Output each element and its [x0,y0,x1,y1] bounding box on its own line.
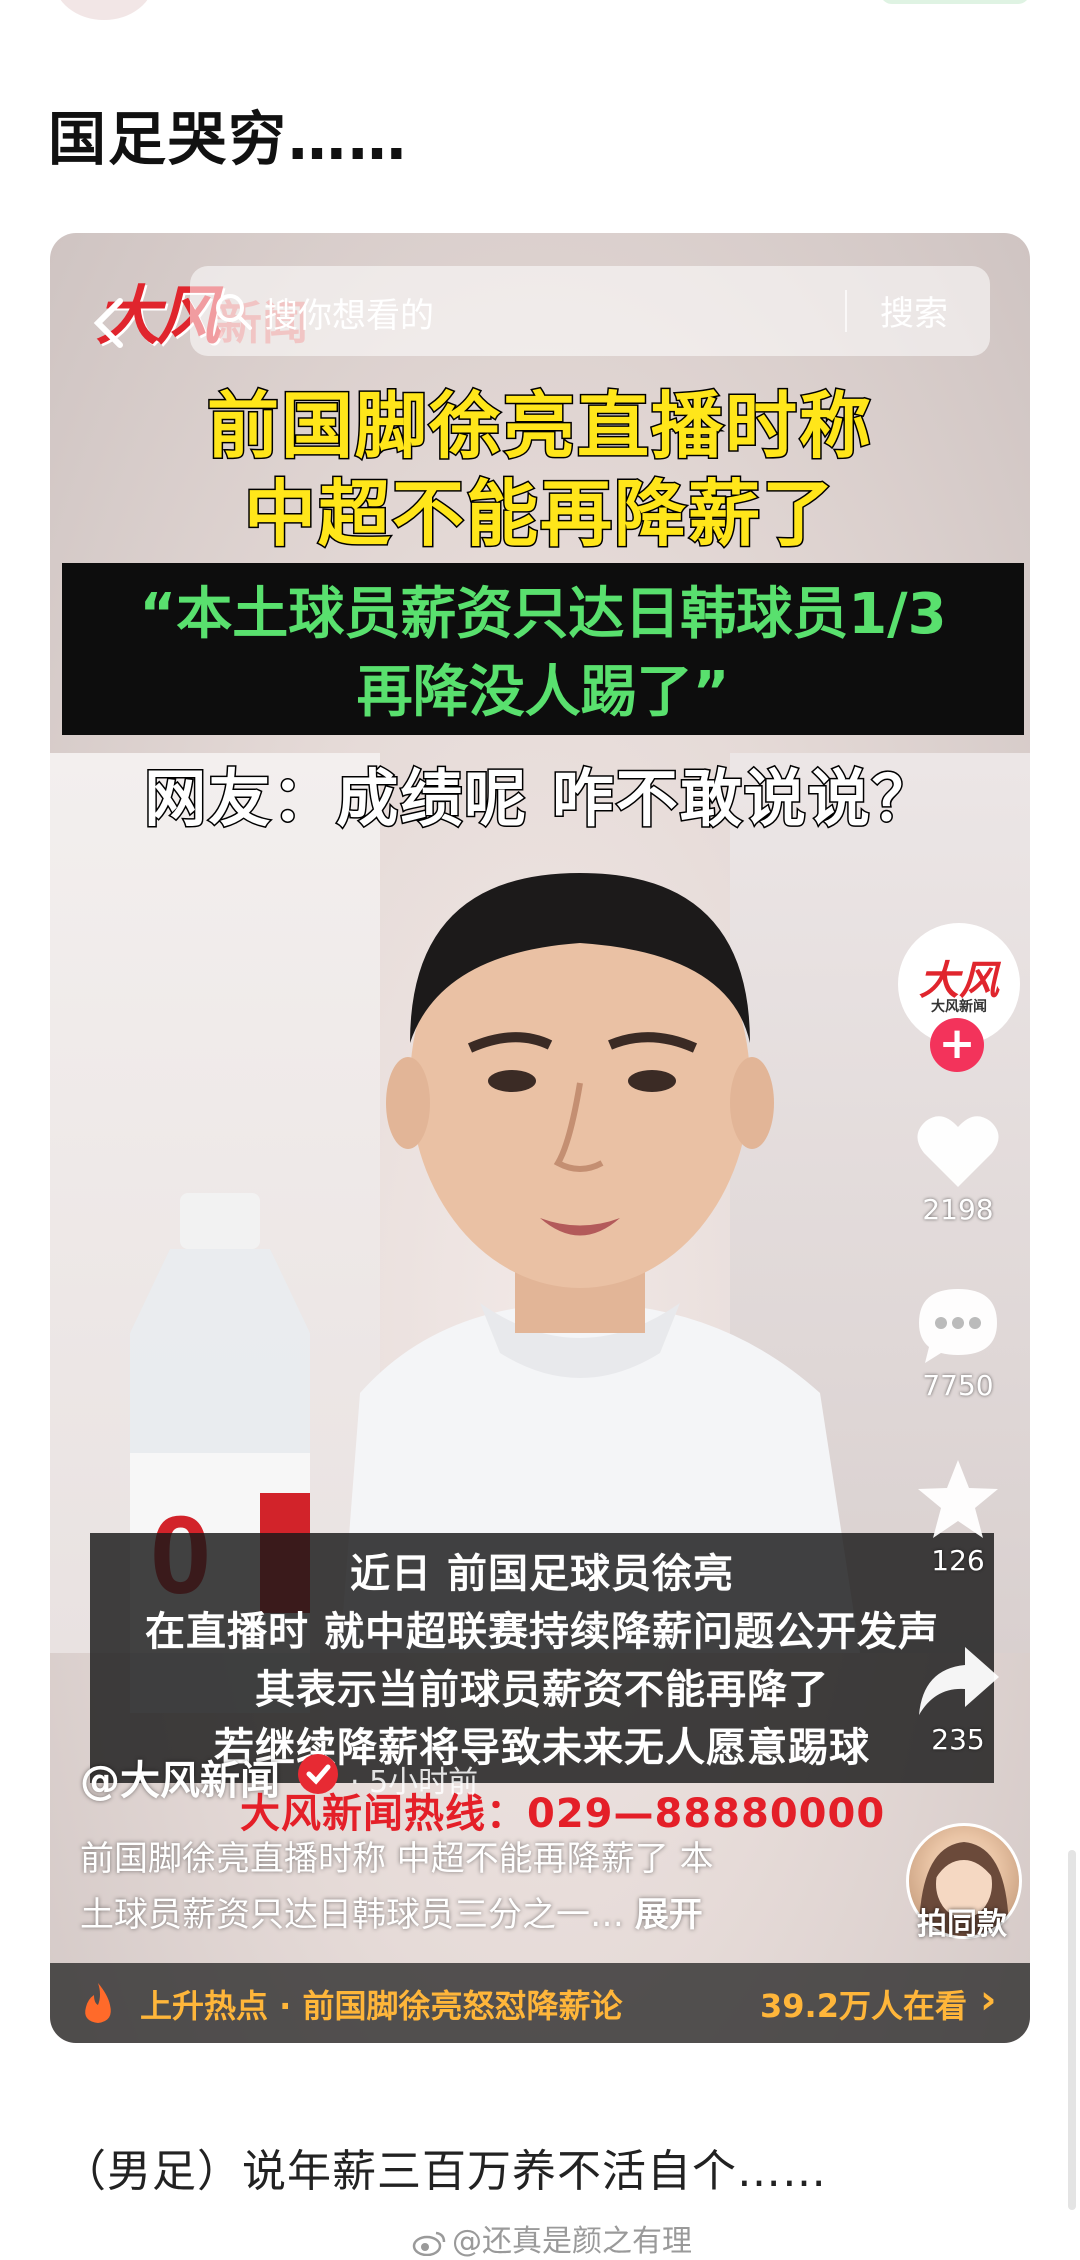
comment-count: 7750 [922,1369,994,1402]
quote-line-2: 再降没人踢了” [356,660,730,725]
follow-pill[interactable] [880,0,1030,4]
back-chevron-icon[interactable] [90,293,136,353]
post-title: 国足哭穷…… [48,105,409,173]
favorite-button[interactable]: 126 [888,1458,1028,1577]
weibo-watermark: @还真是颜之有理 [412,2216,692,2260]
expand-link[interactable]: 展开 [635,1895,703,1935]
favorite-count: 126 [931,1544,985,1577]
video-card[interactable]: 0 大风 新闻 搜你想看的 搜索 前国脚徐亮直播时称 中超不能再降薪了 “本土球… [50,233,1030,2043]
quote-line-1: “本土球员薪资只达日韩球员1/3 [139,582,947,647]
like-count: 2198 [922,1193,994,1226]
video-person-figure [340,873,860,1653]
search-button[interactable]: 搜索 [880,286,948,335]
comment-bubble-icon [919,1289,997,1363]
trending-bar[interactable]: 上升热点 · 前国脚徐亮怒怼降薪论 39.2万人在看 › [50,1963,1030,2043]
heart-icon [917,1116,999,1187]
video-headline-line-2: 中超不能再降薪了 [242,471,836,558]
same-style-button[interactable]: 拍同款 [892,1899,1030,1943]
post-body-text: （男足）说年薪三百万养不活自个…… [62,2146,827,2197]
scrollbar[interactable] [1068,1850,1076,2210]
subtitle-box: 近日 前国足球员徐亮 在直播时 就中超联赛持续降薪问题公开发声 其表示当前球员薪… [90,1533,994,1783]
weibo-logo-icon [412,2231,446,2256]
share-count: 235 [931,1723,985,1756]
watching-count: 39.2万人在看 [760,1987,967,2025]
star-icon [918,1460,998,1538]
share-button[interactable]: 235 [888,1643,1028,1756]
search-icon [216,294,252,330]
search-input[interactable]: 搜你想看的 [264,288,434,337]
video-description-line-1: 前国脚徐亮直播时称 中超不能再降薪了 本 [80,1839,714,1879]
video-description-line-2: 土球员薪资只达日韩球员三分之一… 展开 [80,1895,703,1935]
like-button[interactable]: 2198 [888,1113,1028,1226]
fire-icon [85,1983,111,2023]
subtitle-line-2: 在直播时 就中超联赛持续降薪问题公开发声 [145,1609,939,1655]
author-avatar[interactable] [54,0,154,20]
post-meta-row [0,0,1080,26]
comment-button[interactable]: 7750 [888,1285,1028,1402]
subtitle-line-3: 其表示当前球员薪资不能再降了 [255,1667,829,1713]
follow-plus-button[interactable]: + [930,1018,984,1072]
subtitle-line-1: 近日 前国足球员徐亮 [350,1551,734,1597]
netizen-comment-overlay: 网友：成绩呢 咋不敢说说？ [143,761,936,837]
search-bar[interactable]: 搜你想看的 搜索 [190,266,990,356]
search-divider [845,290,847,332]
verified-badge-icon [298,1754,338,1794]
trending-label: 上升热点 · 前国脚徐亮怒怼降薪论 [140,1987,623,2025]
chevron-right-icon: › [980,1977,997,2023]
share-arrow-icon [919,1647,999,1715]
quote-box: “本土球员薪资只达日韩球员1/3 再降没人踢了” [62,563,1024,735]
post-time: · 5小时前 [350,1765,479,1800]
author-handle[interactable]: @大风新闻 [80,1748,280,1806]
